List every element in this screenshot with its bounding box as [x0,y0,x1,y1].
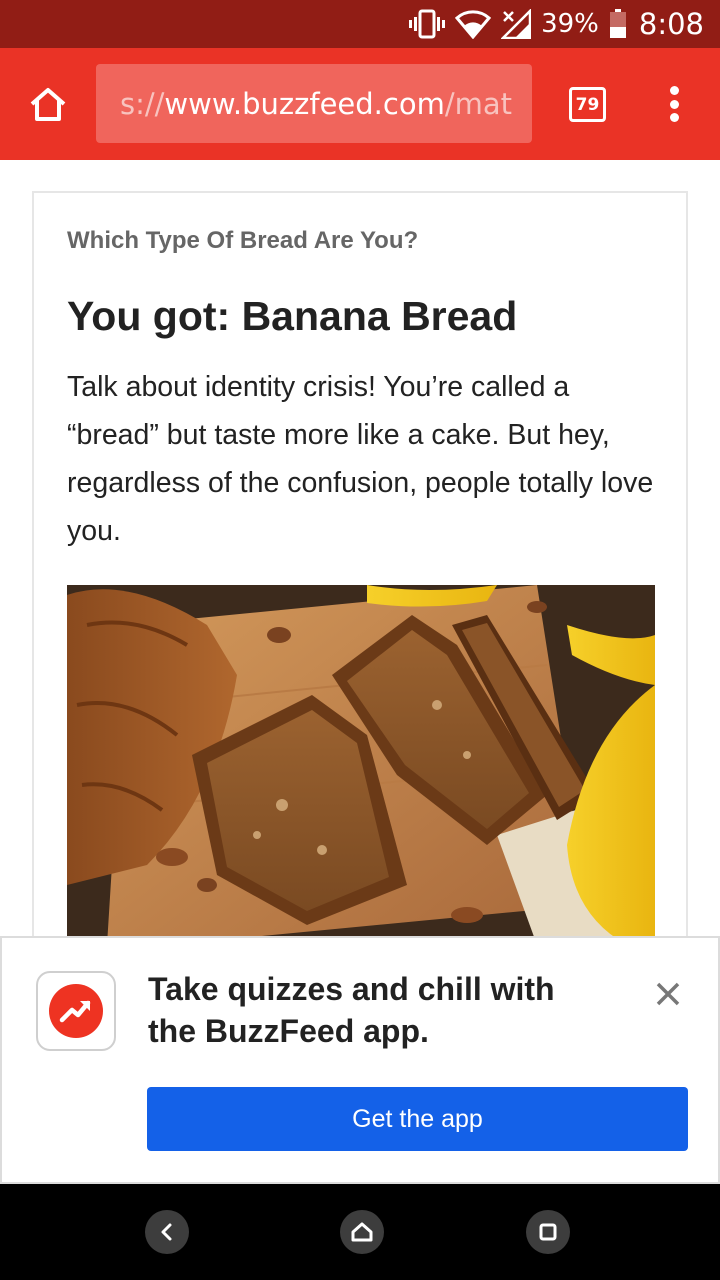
result-image [67,585,655,945]
battery-percent: 39% [541,9,599,39]
url-host: www.buzzfeed.com [164,86,445,121]
home-icon [30,88,66,121]
screen: 39% 8:08 s://www.buzzfeed.com/mat 79 Whi… [0,0,720,1280]
quiz-title: Which Type Of Bread Are You? [67,227,419,254]
result-heading: You got: Banana Bread [67,293,518,339]
url-scheme: s:// [120,86,165,121]
signal-icon [501,9,532,39]
get-the-app-button[interactable]: Get the app [147,1087,688,1151]
close-icon[interactable] [650,976,686,1012]
recents-icon[interactable] [526,1210,570,1254]
result-description: Talk about identity crisis! You’re calle… [67,371,654,547]
buzzfeed-trending-icon [49,984,103,1038]
vibrate-icon [409,9,446,39]
quiz-result-card: Which Type Of Bread Are You? You got: Ba… [32,191,688,991]
back-icon[interactable] [145,1210,189,1254]
app-install-banner: Take quizzes and chill with the BuzzFeed… [0,936,720,1184]
wifi-icon [455,9,492,39]
address-bar[interactable]: s://www.buzzfeed.com/mat [96,64,532,143]
status-bar: 39% 8:08 [0,0,720,48]
more-vert-icon[interactable] [660,82,688,126]
system-nav-bar [0,1184,720,1280]
home-button[interactable] [22,80,74,128]
status-icons: 39% 8:08 [409,0,704,48]
browser-toolbar: s://www.buzzfeed.com/mat 79 [0,48,720,160]
banner-message: Take quizzes and chill with the BuzzFeed… [148,971,555,1049]
url-path: /mat [444,86,512,121]
buzzfeed-app-icon [36,971,116,1051]
home-nav-icon[interactable] [340,1210,384,1254]
battery-icon [609,9,627,39]
clock: 8:08 [638,7,704,41]
tab-switcher-button[interactable]: 79 [569,87,606,122]
